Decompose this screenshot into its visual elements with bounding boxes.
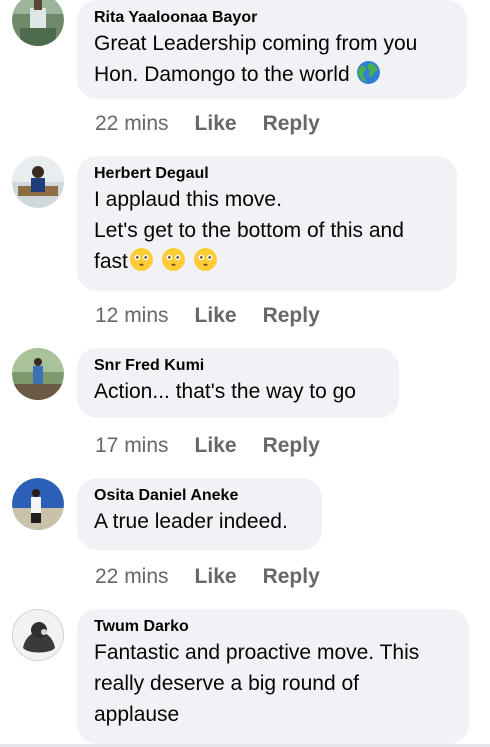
comment-text-line: really deserve a big round of: [94, 672, 359, 695]
comment-bubble: Twum Darko Fantastic and proactive move.…: [77, 609, 469, 744]
comment-author[interactable]: Twum Darko: [94, 617, 453, 637]
comment-actions: 22 mins Like Reply: [95, 563, 320, 591]
comment-bubble: Snr Fred Kumi Action... that's the way t…: [77, 348, 399, 418]
comment-text-line: Great Leadership coming from you: [94, 32, 418, 55]
avatar[interactable]: [12, 348, 64, 400]
comment-bubble: Herbert Degaul I applaud this move. Let'…: [77, 156, 457, 291]
reply-button[interactable]: Reply: [263, 434, 320, 458]
avatar[interactable]: [12, 0, 64, 46]
comment-timestamp: 17 mins: [95, 434, 169, 457]
comment-timestamp: 12 mins: [95, 304, 169, 327]
reply-button[interactable]: Reply: [263, 565, 320, 589]
comment-author[interactable]: Herbert Degaul: [94, 164, 441, 184]
comment-author[interactable]: Rita Yaaloonaa Bayor: [94, 8, 451, 28]
like-button[interactable]: Like: [195, 434, 237, 458]
comment-text-line: Let's get to the bottom of this and: [94, 219, 404, 242]
comment-actions: 22 mins Like Reply: [95, 110, 320, 138]
reply-button[interactable]: Reply: [263, 304, 320, 328]
avatar[interactable]: [12, 609, 64, 661]
flushed-face-icon: [129, 247, 154, 272]
comment-bubble: Rita Yaaloonaa Bayor Great Leadership co…: [77, 0, 467, 99]
comment-text-line: fast: [94, 246, 441, 277]
comment-author[interactable]: Snr Fred Kumi: [94, 356, 383, 376]
globe-icon: [356, 60, 381, 85]
avatar[interactable]: [12, 478, 64, 530]
comment-bubble: Osita Daniel Aneke A true leader indeed.: [77, 478, 322, 550]
comment-text-line: Hon. Damongo to the world: [94, 59, 451, 90]
like-button[interactable]: Like: [195, 304, 237, 328]
comment-text-line: Action... that's the way to go: [94, 380, 356, 403]
flushed-face-icon: [193, 247, 218, 272]
comment-actions: 17 mins Like Reply: [95, 432, 320, 460]
avatar[interactable]: [12, 156, 64, 208]
comment-text: Hon. Damongo to the world: [94, 63, 350, 86]
comment-text-line: A true leader indeed.: [94, 510, 288, 533]
comment-timestamp: 22 mins: [95, 112, 169, 135]
comment-text: fast: [94, 250, 128, 273]
reply-button[interactable]: Reply: [263, 112, 320, 136]
comment-text-line: I applaud this move.: [94, 188, 282, 211]
comment-timestamp: 22 mins: [95, 565, 169, 588]
comment-text-line: Fantastic and proactive move. This: [94, 641, 420, 664]
comment-author[interactable]: Osita Daniel Aneke: [94, 486, 306, 506]
like-button[interactable]: Like: [195, 565, 237, 589]
comment-text-line: applause: [94, 703, 180, 726]
like-button[interactable]: Like: [195, 112, 237, 136]
flushed-face-icon: [161, 247, 186, 272]
comment-actions: 12 mins Like Reply: [95, 302, 320, 330]
